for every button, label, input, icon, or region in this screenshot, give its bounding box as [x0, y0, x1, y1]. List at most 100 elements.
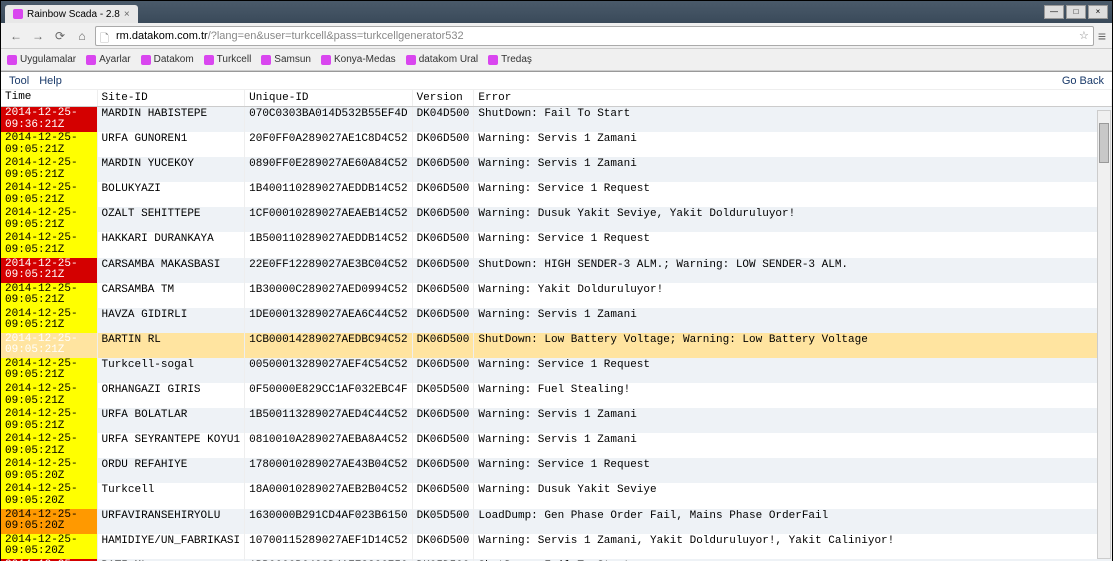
col-site[interactable]: Site-ID	[97, 90, 245, 107]
forward-button[interactable]: →	[29, 27, 47, 45]
cell-uid: 10700115289027AEF1D14C52	[245, 534, 412, 559]
table-row[interactable]: 2014-12-25-09:05:21ZOZALT SEHITTEPE1CF00…	[1, 207, 1112, 232]
cell-time: 2014-12-25-09:05:21Z	[1, 358, 97, 383]
back-button[interactable]: ←	[7, 27, 25, 45]
chrome-menu-icon[interactable]: ≡	[1098, 28, 1106, 44]
cell-site: Turkcell	[97, 483, 245, 508]
cell-err: Warning: Servis 1 Zamani	[474, 408, 1112, 433]
cell-time: 2014-12-25-09:05:21Z	[1, 207, 97, 232]
nav-bar: ← → ⟳ ⌂ 🗋 rm.datakom.com.tr /?lang=en&us…	[1, 23, 1112, 49]
cell-uid: 1CF00010289027AEAEB14C52	[245, 207, 412, 232]
cell-uid: 1B30000C289027AED0994C52	[245, 283, 412, 308]
table-row[interactable]: 2014-12-25-09:36:21ZMARDIN HABISTEPE070C…	[1, 107, 1112, 133]
table-row[interactable]: 2014-12-25-09:05:21ZURFA BOLATLAR1B50011…	[1, 408, 1112, 433]
table-row[interactable]: 2014-12-25-09:05:21ZURFA SEYRANTEPE KOYU…	[1, 433, 1112, 458]
bookmark-item[interactable]: datakom Ural	[406, 54, 478, 65]
cell-time: 2014-12-25-09:05:20Z	[1, 458, 97, 483]
table-row[interactable]: 2014-12-25-09:05:20ZTurkcell18A000102890…	[1, 483, 1112, 508]
bookmark-item[interactable]: Tredaş	[488, 54, 532, 65]
cell-time: 2014-12-25-09:05:21Z	[1, 308, 97, 333]
bookmark-label: Ayarlar	[99, 54, 131, 65]
cell-uid: 1630000B291CD4AF023B6150	[245, 509, 412, 534]
home-button[interactable]: ⌂	[73, 27, 91, 45]
bookmark-favicon-icon	[406, 55, 416, 65]
bookmark-item[interactable]: Datakom	[141, 54, 194, 65]
menu-tool[interactable]: Tool	[9, 75, 29, 87]
minimize-button[interactable]: —	[1044, 5, 1064, 19]
maximize-button[interactable]: □	[1066, 5, 1086, 19]
table-row[interactable]: 2014-12-25-09:05:21ZBOLUKYAZI1B400110289…	[1, 182, 1112, 207]
tab-title: Rainbow Scada - 2.8	[27, 9, 120, 20]
tab-bar: Rainbow Scada - 2.8 × — □ ×	[1, 1, 1112, 23]
table-row[interactable]: 2014-12-25-09:05:21ZTurkcell-sogal005000…	[1, 358, 1112, 383]
col-ver[interactable]: Version	[412, 90, 474, 107]
reload-button[interactable]: ⟳	[51, 27, 69, 45]
col-time[interactable]: Time	[1, 90, 97, 107]
cell-ver: DK06D500	[412, 207, 474, 232]
cell-uid: 1B500113289027AED4C44C52	[245, 408, 412, 433]
bookmark-item[interactable]: Konya-Medas	[321, 54, 396, 65]
cell-ver: DK05D500	[412, 509, 474, 534]
close-button[interactable]: ×	[1088, 5, 1108, 19]
cell-site: CARSAMBA MAKASBASI	[97, 258, 245, 283]
cell-err: Warning: Service 1 Request	[474, 458, 1112, 483]
table-row[interactable]: 2014-12-25-09:05:21ZHAVZA GIDIRLI1DE0001…	[1, 308, 1112, 333]
table-row[interactable]: 2014-12-25-09:05:20ZORDU REFAHIYE1780001…	[1, 458, 1112, 483]
bookmark-item[interactable]: Ayarlar	[86, 54, 131, 65]
table-row[interactable]: 2014-12-25-09:05:20ZURFAVIRANSEHIRYOLU16…	[1, 509, 1112, 534]
table-row[interactable]: 2014-12-25-09:05:21ZMARDIN YUCEKOY0890FF…	[1, 157, 1112, 182]
url-bar[interactable]: 🗋 rm.datakom.com.tr /?lang=en&user=turkc…	[95, 26, 1094, 46]
cell-ver: DK06D500	[412, 333, 474, 358]
bookmark-label: Datakom	[154, 54, 194, 65]
table-row[interactable]: 2014-12-25-09:05:20ZHAMIDIYE/UN_FABRIKAS…	[1, 534, 1112, 559]
cell-err: Warning: Service 1 Request	[474, 358, 1112, 383]
col-uid[interactable]: Unique-ID	[245, 90, 412, 107]
cell-time: 2014-12-25-09:05:21Z	[1, 258, 97, 283]
bookmark-item[interactable]: Uygulamalar	[7, 54, 76, 65]
cell-site: MARDIN HABISTEPE	[97, 107, 245, 133]
bookmark-label: Tredaş	[501, 54, 532, 65]
col-err[interactable]: Error	[474, 90, 1112, 107]
scrollbar-thumb[interactable]	[1099, 123, 1109, 163]
cell-time: 2014-12-25-09:36:21Z	[1, 107, 97, 133]
cell-ver: DK06D500	[412, 358, 474, 383]
table-row[interactable]: 2014-12-25-09:05:21ZBARTIN RL1CB00014289…	[1, 333, 1112, 358]
cell-site: URFA GUNOREN1	[97, 132, 245, 157]
cell-err: Warning: Servis 1 Zamani	[474, 433, 1112, 458]
browser-chrome: Rainbow Scada - 2.8 × — □ × ← → ⟳ ⌂ 🗋 rm…	[1, 1, 1112, 72]
cell-ver: DK04D500	[412, 107, 474, 133]
bookmark-star-icon[interactable]: ☆	[1079, 29, 1089, 42]
table-row[interactable]: 2014-12-25-09:05:21ZURFA GUNOREN120F0FF0…	[1, 132, 1112, 157]
browser-tab[interactable]: Rainbow Scada - 2.8 ×	[5, 5, 138, 23]
table-row[interactable]: 2014-12-25-09:05:21ZORHANGAZI GIRIS0F500…	[1, 383, 1112, 408]
cell-time: 2014-12-25-09:05:20Z	[1, 483, 97, 508]
cell-err: ShutDown: HIGH SENDER-3 ALM.; Warning: L…	[474, 258, 1112, 283]
bookmark-item[interactable]: Turkcell	[204, 54, 252, 65]
cell-site: CARSAMBA TM	[97, 283, 245, 308]
cell-err: Warning: Dusuk Yakit Seviye	[474, 483, 1112, 508]
cell-err: Warning: Service 1 Request	[474, 182, 1112, 207]
cell-err: Warning: Fuel Stealing!	[474, 383, 1112, 408]
go-back-link[interactable]: Go Back	[1062, 75, 1104, 87]
table-row[interactable]: 2014-12-25-09:05:21ZCARSAMBA MAKASBASI22…	[1, 258, 1112, 283]
menu-help[interactable]: Help	[39, 75, 62, 87]
vertical-scrollbar[interactable]	[1097, 110, 1111, 559]
cell-uid: 18A00010289027AEB2B04C52	[245, 483, 412, 508]
bookmark-favicon-icon	[141, 55, 151, 65]
cell-uid: 0810010A289027AEBA8A4C52	[245, 433, 412, 458]
cell-site: OZALT SEHITTEPE	[97, 207, 245, 232]
cell-time: 2014-12-25-09:05:21Z	[1, 283, 97, 308]
bookmarks-bar: Uygulamalar Ayarlar Datakom Turkcell Samsun K…	[1, 49, 1112, 71]
cell-err: Warning: Servis 1 Zamani	[474, 157, 1112, 182]
table-row[interactable]: 2014-12-25-09:05:21ZHAKKARI DURANKAYA1B5…	[1, 232, 1112, 257]
app-menu-bar: Tool Help Go Back	[1, 72, 1112, 90]
cell-site: BARTIN RL	[97, 333, 245, 358]
cell-err: ShutDown: Low Battery Voltage; Warning: …	[474, 333, 1112, 358]
cell-site: ORHANGAZI GIRIS	[97, 383, 245, 408]
table-row[interactable]: 2014-12-25-09:05:21ZCARSAMBA TM1B30000C2…	[1, 283, 1112, 308]
table-header-row: Time Site-ID Unique-ID Version Error	[1, 90, 1112, 107]
event-table-wrapper[interactable]: Time Site-ID Unique-ID Version Error 201…	[1, 90, 1112, 561]
cell-ver: DK06D500	[412, 157, 474, 182]
bookmark-item[interactable]: Samsun	[261, 54, 311, 65]
tab-close-icon[interactable]: ×	[124, 9, 130, 20]
